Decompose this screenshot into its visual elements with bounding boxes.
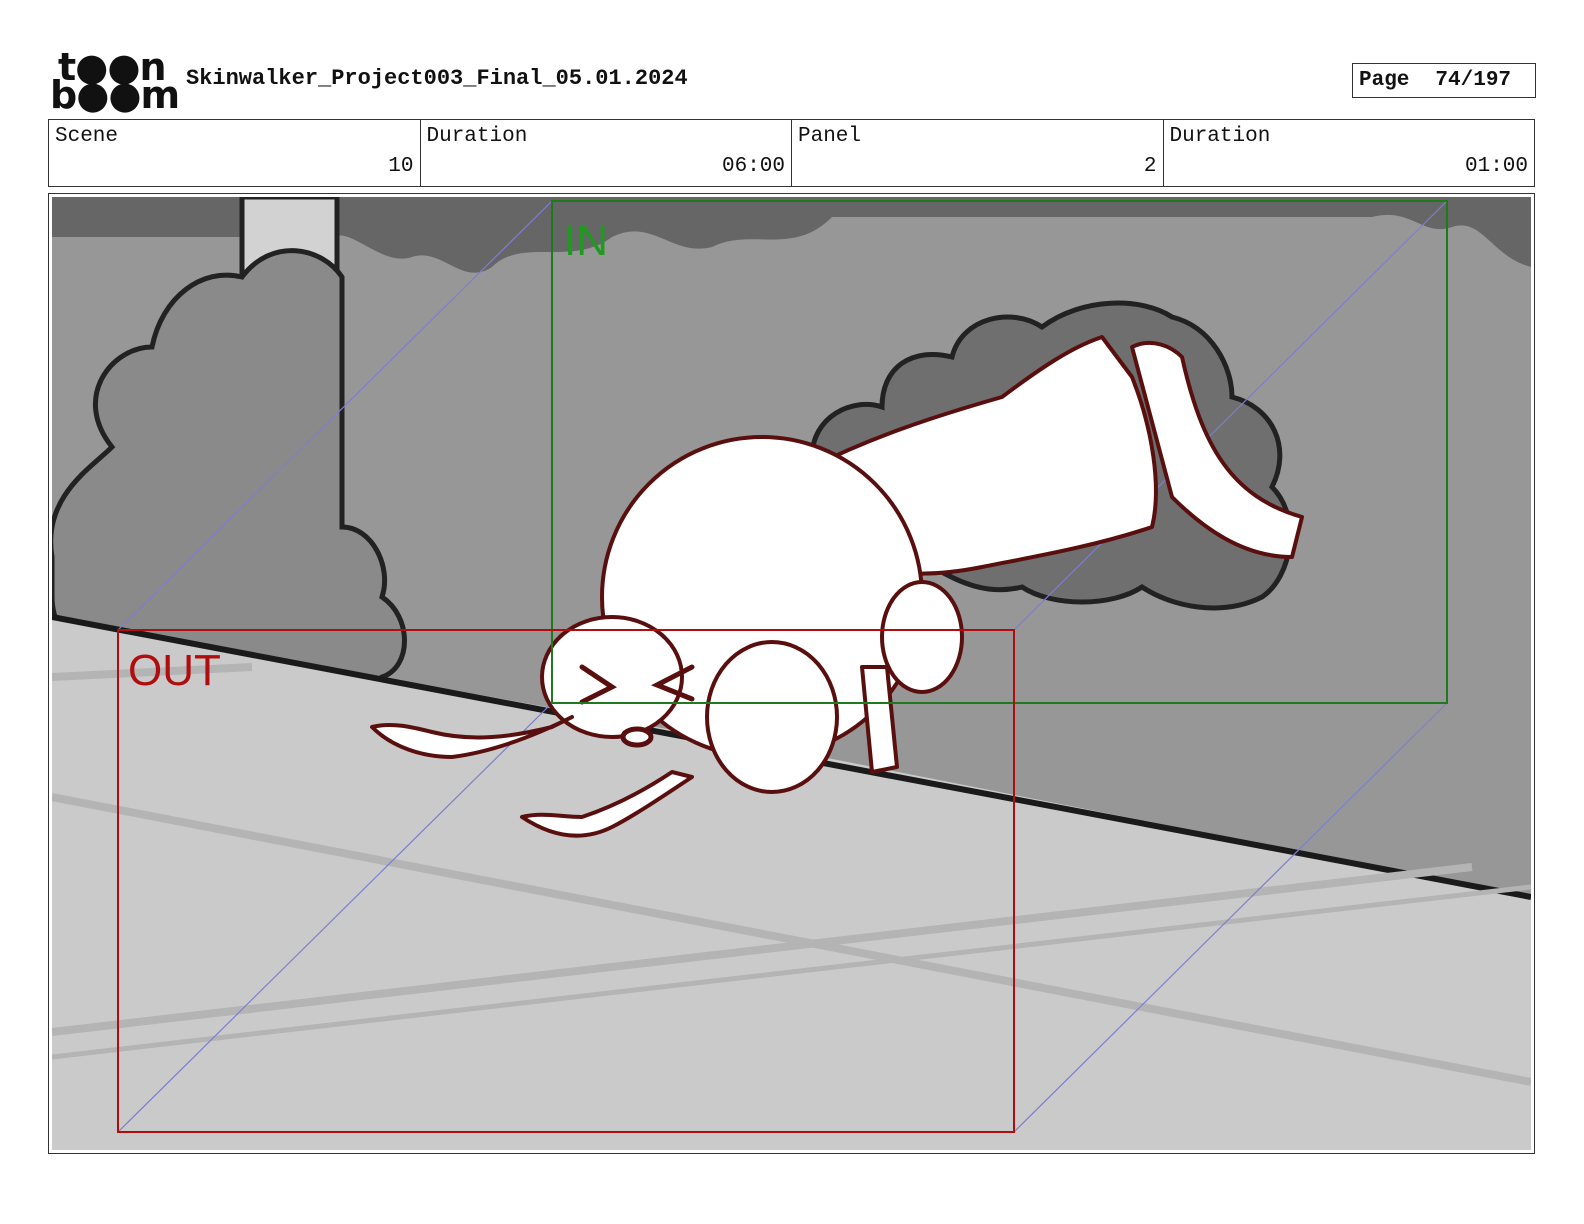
page-label: Page bbox=[1359, 69, 1410, 92]
panel-cell: Panel 2 bbox=[792, 120, 1164, 186]
scene-value: 10 bbox=[388, 155, 414, 178]
document-title: Skinwalker_Project003_Final_05.01.2024 bbox=[186, 66, 688, 91]
scene-info-table: Scene 10 Duration 06:00 Panel 2 Duration… bbox=[48, 119, 1535, 187]
scene-cell: Scene 10 bbox=[49, 120, 421, 186]
page-number: 74/197 bbox=[1435, 69, 1512, 92]
panel-label: Panel bbox=[798, 125, 862, 148]
panel-duration-cell: Duration 01:00 bbox=[1164, 120, 1535, 186]
out-frame-label: OUT bbox=[128, 646, 221, 695]
logo-mark-bottom: b●●m bbox=[50, 73, 180, 117]
scene-duration-cell: Duration 06:00 bbox=[421, 120, 792, 186]
scene-duration-value: 06:00 bbox=[721, 155, 785, 178]
panel-duration-label: Duration bbox=[1169, 125, 1271, 148]
scene-label: Scene bbox=[55, 125, 119, 148]
panel-value: 2 bbox=[1143, 155, 1157, 178]
toon-boom-logo: t●●n b●●m bbox=[50, 48, 180, 114]
in-frame-label: IN bbox=[564, 216, 608, 265]
storyboard-panel-image: IN OUT bbox=[52, 197, 1531, 1150]
panel-duration-value: 01:00 bbox=[1464, 155, 1528, 178]
scene-duration-label: Duration bbox=[426, 125, 528, 148]
page-indicator: Page 74/197 bbox=[1352, 63, 1536, 98]
